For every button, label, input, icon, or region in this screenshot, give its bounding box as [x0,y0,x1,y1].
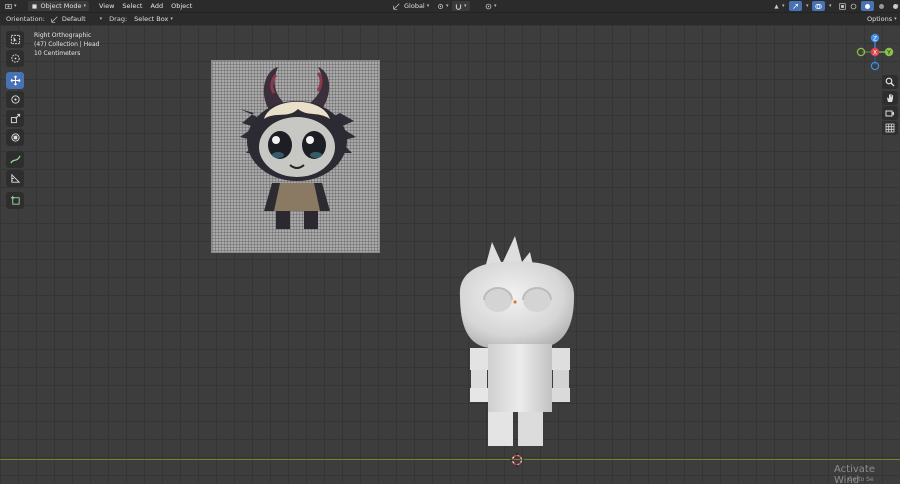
pivot-icon [438,3,443,9]
drag-dropdown[interactable]: Select Box ▾ [131,14,176,24]
chevron-down-icon: ▾ [829,3,832,9]
orientation-dropdown[interactable]: Default ▾ [48,14,105,24]
move-tool[interactable] [6,72,24,89]
material-icon [879,3,884,9]
solid-shading-button[interactable] [861,1,874,11]
pivot-point-button[interactable]: ▾ [434,1,452,11]
shading-dropdown[interactable]: ▾ [891,1,900,11]
editor-type-button[interactable]: ▾ [2,1,20,11]
options-label: Options [867,15,893,23]
collection-info: (47) Collection | Head [34,41,100,48]
move-icon [10,75,20,86]
object-types-icon [774,3,779,9]
grid-icon [885,123,895,133]
annotate-icon [9,155,21,164]
material-shading-button[interactable] [875,1,888,11]
object-mode-icon [31,3,37,9]
snap-magnet-icon [455,3,462,10]
camera-view-button[interactable] [882,106,898,120]
z-axis-label: Z [873,35,877,42]
character-model[interactable] [440,234,590,450]
chevron-down-icon: ▾ [170,16,173,22]
editor-header: ▾ Object Mode ▾ View Select Add Object G… [0,0,900,12]
chevron-down-icon: ▾ [446,3,449,9]
menu-select[interactable]: Select [118,2,146,10]
chevron-down-icon: ▾ [426,3,430,9]
proportional-edit-button[interactable]: ▾ [482,1,500,11]
cursor-tool[interactable] [6,50,24,67]
gizmo-icon [793,3,798,9]
transform-icon [10,133,20,142]
add-cube-tool[interactable] [6,192,24,209]
chevron-down-icon: ▾ [806,3,809,9]
tool-settings-bar: Orientation: Default ▾ Drag: Select Box … [0,12,900,25]
pan-button[interactable] [882,91,898,105]
chevron-down-icon: ▾ [896,3,899,9]
transform-orientation-dropdown[interactable]: Global ▾ [390,1,432,11]
measure-tool[interactable] [6,170,24,187]
view-name: Right Orthographic [34,32,92,39]
transform-space-label: Global [404,2,425,10]
viewport-editor-icon [5,3,12,9]
menu-object[interactable]: Object [167,2,196,10]
activation-watermark-sub: Go to Se [848,476,874,483]
object-origin-dot [513,300,517,304]
xray-icon [839,2,846,10]
rotate-icon [10,95,20,104]
chevron-down-icon: ▾ [782,3,785,9]
navigation-gizmo[interactable]: Z Y X [852,30,898,78]
zoom-icon [885,77,895,87]
overlays-icon [815,3,822,9]
cursor-icon [10,54,20,63]
y-axis-line [0,459,900,460]
camera-icon [885,110,894,117]
scale-tool[interactable] [6,110,24,127]
orientation-icon [393,2,400,10]
reference-image[interactable] [211,60,380,253]
mode-dropdown[interactable]: Object Mode ▾ [27,1,89,11]
annotate-tool[interactable] [6,151,24,168]
chevron-down-icon: ▾ [894,16,897,22]
gizmo-dropdown[interactable]: ▾ [801,1,812,11]
chevron-down-icon: ▾ [99,16,103,22]
header-menus: View Select Add Object [95,2,196,10]
reference-character-drawing [240,67,356,229]
left-toolbar [6,31,26,211]
solid-icon [865,3,870,9]
orientation-label: Orientation: [6,15,45,23]
menu-view[interactable]: View [95,2,118,10]
zoom-button[interactable] [882,75,898,89]
drag-value: Select Box [134,15,169,23]
viewport-info: Right Orthographic (47) Collection | Hea… [34,31,99,58]
select-box-icon [10,34,20,45]
proportional-edit-icon [485,3,492,9]
visibility-button[interactable]: ▾ [770,1,788,11]
overlays-dropdown[interactable]: ▾ [824,1,835,11]
3d-cursor-icon[interactable] [510,453,524,467]
perspective-toggle-button[interactable] [882,121,898,135]
wireframe-shading-button[interactable] [847,1,860,11]
scale-info: 10 Centimeters [34,50,81,57]
menu-add[interactable]: Add [146,2,167,10]
chevron-down-icon: ▾ [494,3,497,9]
chevron-down-icon: ▾ [464,3,467,9]
mode-label: Object Mode [40,2,82,10]
scale-icon [10,113,20,124]
y-axis-label: Y [886,49,891,56]
select-box-tool[interactable] [6,31,24,48]
wireframe-icon [850,3,857,9]
orientation-icon [51,15,58,23]
transform-tool[interactable] [6,129,24,146]
add-cube-icon [10,195,20,205]
rotate-tool[interactable] [6,91,24,108]
snap-button[interactable]: ▾ [452,1,470,11]
orientation-value: Default [61,15,86,23]
chevron-down-icon: ▾ [83,3,86,9]
drag-label: Drag: [109,15,128,23]
options-dropdown[interactable]: Options ▾ [864,14,900,24]
hand-icon [887,94,894,102]
measure-icon [10,173,20,183]
chevron-down-icon: ▾ [14,3,17,9]
x-axis-label: X [873,49,877,56]
